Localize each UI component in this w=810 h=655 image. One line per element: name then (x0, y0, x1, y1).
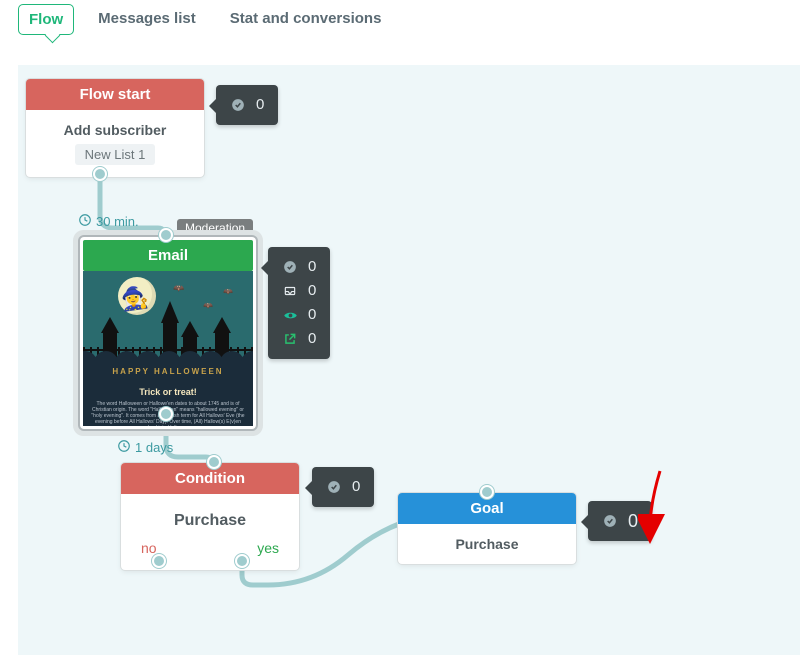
stats-condition: 0 (312, 467, 374, 507)
node-email-title: Email (83, 240, 253, 271)
tabs-bar: Flow Messages list Stat and conversions (0, 0, 810, 45)
node-flow-start-title: Flow start (26, 79, 204, 110)
node-condition[interactable]: Condition Purchase no yes (121, 463, 299, 570)
port-flow-start-out[interactable] (93, 167, 107, 181)
email-thumb-title: Trick or treat! (83, 387, 253, 397)
port-goal-in[interactable] (480, 485, 494, 499)
stats-email-sent: 0 (308, 255, 316, 279)
flow-start-list-chip: New List 1 (75, 144, 156, 165)
stats-flow-start: 0 (216, 85, 278, 125)
condition-label: Purchase (133, 512, 287, 530)
eye-icon (282, 308, 298, 323)
stats-condition-count: 0 (352, 475, 360, 499)
tab-stat-conversions[interactable]: Stat and conversions (220, 4, 392, 33)
port-condition-no[interactable] (152, 554, 166, 568)
external-link-icon (282, 332, 298, 346)
check-circle-icon (602, 514, 618, 528)
delay-email-label: 30 min. (96, 214, 139, 229)
clock-icon (78, 213, 92, 230)
delay-condition: 1 days (117, 439, 173, 456)
node-flow-start[interactable]: Flow start Add subscriber New List 1 (26, 79, 204, 177)
flow-canvas[interactable]: Flow start Add subscriber New List 1 0 3… (18, 65, 800, 655)
node-flow-start-body: Add subscriber New List 1 (26, 110, 204, 177)
clock-icon (117, 439, 131, 456)
email-thumbnail: 🧙‍♀️ 🦇 🦇 🦇 HAPPY HALLOWEEN Trick or trea… (83, 271, 253, 426)
node-email[interactable]: Email 🧙‍♀️ 🦇 🦇 🦇 HAPPY HALLOWEEN Trick (80, 237, 256, 429)
node-condition-body: Purchase (121, 494, 299, 536)
condition-footer: no yes (121, 536, 299, 570)
goal-label: Purchase (412, 536, 562, 552)
port-condition-in[interactable] (207, 455, 221, 469)
bat-icon: 🦇 (203, 301, 213, 310)
check-circle-icon (326, 480, 342, 494)
stats-email: 0 0 0 0 (268, 247, 330, 359)
check-circle-icon (230, 98, 246, 112)
inbox-icon (282, 284, 298, 298)
stats-email-clicked: 0 (308, 327, 316, 351)
delay-email: 30 min. (78, 213, 139, 230)
stats-email-delivered: 0 (308, 279, 316, 303)
tab-messages-list[interactable]: Messages list (88, 4, 206, 33)
port-email-out[interactable] (159, 407, 173, 421)
annotation-arrow-icon (638, 469, 678, 549)
stats-flow-start-count: 0 (256, 93, 264, 117)
condition-no-label: no (141, 540, 157, 556)
delay-condition-label: 1 days (135, 440, 173, 455)
port-email-in[interactable] (159, 228, 173, 242)
bat-icon: 🦇 (173, 283, 184, 294)
port-condition-yes[interactable] (235, 554, 249, 568)
bat-icon: 🦇 (223, 287, 233, 296)
tab-flow[interactable]: Flow (18, 4, 74, 35)
moderation-tag: Moderation (177, 219, 253, 237)
witch-icon: 🧙‍♀️ (119, 284, 150, 314)
node-goal-body: Purchase (398, 524, 576, 564)
email-thumb-banner: HAPPY HALLOWEEN (83, 367, 253, 376)
condition-yes-label: yes (257, 540, 279, 556)
stats-goal-count: 0 (628, 509, 638, 533)
flow-start-action: Add subscriber (40, 122, 190, 138)
check-circle-icon (282, 260, 298, 274)
node-goal[interactable]: Goal Purchase (398, 493, 576, 564)
stats-email-opened: 0 (308, 303, 316, 327)
